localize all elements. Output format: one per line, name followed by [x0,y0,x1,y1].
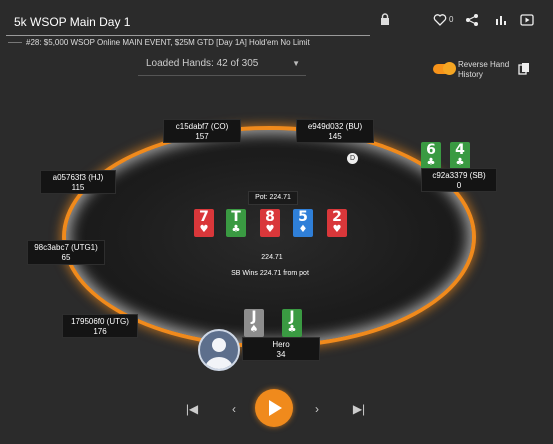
chevron-down-icon: ▼ [292,59,300,68]
seat-stack: 115 [71,183,85,192]
heart-icon[interactable] [433,13,447,27]
seat-name: 179506f0 (UTG) [71,317,129,326]
session-title-field[interactable]: 5k WSOP Main Day 1 [6,8,370,36]
seat-stack: 145 [328,132,342,141]
sb-hole-card-1: 6 ♣ [421,142,441,170]
lock-icon[interactable] [379,13,391,25]
card-rank: 4 [455,142,465,158]
seat-hero[interactable]: Hero 34 [242,337,320,361]
play-icon [269,400,282,416]
seat-stack: 0 [456,181,462,190]
card-suit: ♣ [287,324,297,335]
card-rank: 2 [332,209,342,225]
last-hand-button[interactable]: ▶| [351,402,367,416]
seat-stack: 34 [276,350,286,359]
board-card-1: 7 ♥ [194,209,214,237]
seat-stack: 176 [93,327,107,336]
loaded-hands-select[interactable]: Loaded Hands: 42 of 305 ▼ [138,52,306,76]
card-rank: 8 [265,209,275,225]
board-card-4: 5 ♦ [293,209,313,237]
seat-name: e949d032 (BU) [307,122,363,131]
heart-count: 0 [449,15,454,24]
sb-hole-card-2: 4 ♣ [450,142,470,170]
card-rank: 7 [199,209,209,225]
card-suit: ♣ [455,157,465,168]
copy-icon[interactable] [518,62,530,76]
reverse-label-line2: History [458,70,483,79]
card-suit: ♣ [426,157,436,168]
card-suit: ♥ [265,224,275,235]
prev-hand-button[interactable]: ‹ [226,402,242,416]
winner-text: SB Wins 224.71 from pot [231,270,309,277]
seat-utg[interactable]: 179506f0 (UTG) 176 [62,314,138,338]
reverse-label-line1: Reverse Hand [458,60,510,69]
board-card-2: T ♣ [226,209,246,237]
seat-sb[interactable]: c92a3379 (SB) 0 [421,168,497,192]
card-suit: ♠ [249,324,259,335]
card-rank: 6 [426,142,436,158]
dealer-button: D [347,153,358,164]
seat-utg1[interactable]: 98c3abc7 (UTG1) 65 [27,240,105,265]
tournament-subtitle: #28: $5,000 WSOP Online MAIN EVENT, $25M… [26,38,310,47]
reverse-history-label: Reverse Hand History [458,60,518,80]
poker-table-felt [66,130,472,344]
video-icon[interactable] [520,13,534,27]
pot-label: Pot: 224.71 [248,191,298,205]
avatar-icon [205,338,233,369]
card-rank: J [251,309,257,325]
share-icon[interactable] [465,13,479,27]
card-suit: ♣ [231,224,241,235]
play-button[interactable] [255,389,293,427]
seat-bu[interactable]: e949d032 (BU) 145 [296,119,374,143]
reverse-history-toggle[interactable] [433,62,456,75]
seat-stack: 65 [61,253,71,262]
seat-name: c15dabf7 (CO) [175,122,229,131]
seat-name: Hero [272,340,290,349]
seat-name: a05763f3 (HJ) [52,173,104,182]
pot-amount: 224.71 [261,254,283,261]
seat-stack: 157 [195,132,209,141]
seat-name: c92a3379 (SB) [432,171,486,180]
seat-name: 98c3abc7 (UTG1) [34,243,98,252]
subtitle-dash [8,42,22,43]
hero-hole-card-2: J ♣ [282,309,302,337]
card-rank: T [231,209,241,225]
card-rank: 5 [298,209,308,225]
card-suit: ♥ [332,224,342,235]
board-card-3: 8 ♥ [260,209,280,237]
seat-co[interactable]: c15dabf7 (CO) 157 [163,119,241,143]
seat-hj[interactable]: a05763f3 (HJ) 115 [40,170,116,194]
loaded-hands-label: Loaded Hands: 42 of 305 [146,58,259,69]
card-suit: ♦ [298,224,308,235]
card-suit: ♥ [199,224,209,235]
first-hand-button[interactable]: |◀ [184,402,200,416]
avatar[interactable] [198,329,240,371]
board-card-5: 2 ♥ [327,209,347,237]
hero-hole-card-1: J ♠ [244,309,264,337]
stats-icon[interactable] [494,13,508,27]
next-hand-button[interactable]: › [309,402,325,416]
card-rank: J [289,309,295,325]
